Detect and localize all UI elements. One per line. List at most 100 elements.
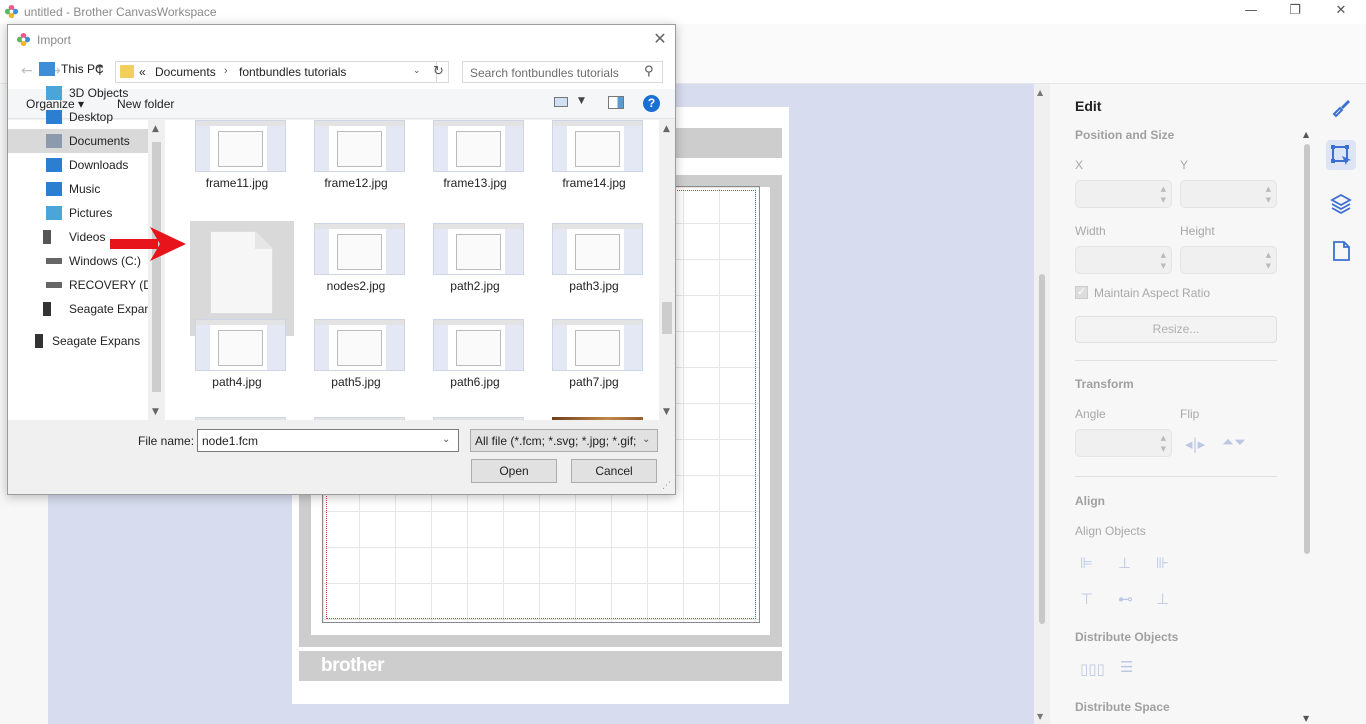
image-thumbnail [552,223,643,275]
view-options-icon[interactable] [554,97,568,107]
file-item[interactable]: path2.jpg [423,220,527,300]
breadcrumb-documents[interactable]: Documents [155,65,216,79]
nav-item[interactable]: Downloads [8,153,148,177]
breadcrumb-arrow[interactable]: › [224,65,228,77]
resize-grip-icon[interactable]: ⋰ [662,481,671,491]
maintain-aspect-checkbox[interactable]: ✓ [1075,285,1088,299]
y-input[interactable]: ▲ ▼ [1180,180,1277,208]
close-button[interactable]: ✕ [1318,0,1364,24]
page-icon[interactable] [1326,236,1356,266]
minimize-button[interactable]: — [1228,0,1274,24]
x-input[interactable]: ▲ ▼ [1075,180,1172,208]
file-item[interactable]: path5.jpg [304,316,408,396]
panel-scrollbar[interactable]: ▲ ▼ [1302,130,1312,724]
layers-icon[interactable] [1326,188,1356,218]
nav-item-label: Documents [69,134,130,148]
help-icon[interactable]: ? [643,95,660,112]
nav-item[interactable]: Seagate Expansion [0,329,140,353]
dialog-close-button[interactable]: ✕ [648,29,672,51]
file-list-scrollbar[interactable]: ▲ ▼ [659,120,675,420]
file-list[interactable]: frame11.jpg frame12.jpg frame13.jpg frame14… [165,120,659,420]
restore-button[interactable]: ❐ [1272,0,1318,24]
scroll-down-icon[interactable]: ▼ [1303,714,1309,723]
preview-pane-icon[interactable] [608,96,624,109]
search-input[interactable]: Search fontbundles tutorials ⚲ [462,61,663,83]
file-item[interactable]: frame12.jpg [304,120,408,197]
download-icon [46,158,62,172]
height-input[interactable]: ▲ ▼ [1180,246,1277,274]
chevron-down-icon[interactable]: ▼ [578,96,585,106]
nav-item[interactable]: Desktop [8,105,148,129]
image-thumbnail [433,120,524,172]
paint-brush-icon[interactable] [1326,92,1356,122]
nav-item[interactable]: This PC [8,57,148,81]
align-bottom-icon[interactable]: ⊥ [1156,590,1169,608]
search-icon[interactable]: ⚲ [644,64,654,79]
scroll-down-icon[interactable]: ▼ [1037,712,1043,721]
flip-horizontal-icon[interactable]: ◂|▸ [1185,435,1205,453]
file-item[interactable]: path7.jpg [542,316,646,396]
align-top-icon[interactable]: ⊤ [1080,590,1093,608]
scroll-thumb[interactable] [1039,274,1045,624]
scroll-up-icon[interactable]: ▲ [1037,88,1043,97]
refresh-icon[interactable]: ↻ [429,61,449,83]
file-item[interactable]: frame13.jpg [423,120,527,197]
resize-button[interactable]: Resize... [1075,316,1277,343]
scroll-down-icon[interactable]: ▼ [663,407,670,417]
file-item[interactable]: path4.jpg [185,316,289,396]
align-left-icon[interactable]: ⊫ [1080,554,1093,572]
computer-icon [39,62,55,76]
nav-item[interactable]: Seagate Expansion [8,297,149,321]
image-thumbnail [552,120,643,172]
file-item[interactable]: frame11.jpg [185,120,289,197]
window-title: untitled - Brother CanvasWorkspace [24,5,217,19]
nav-item[interactable]: Documents [8,129,148,153]
canvas-vertical-scrollbar[interactable]: ▲ ▼ [1034,84,1050,724]
nav-item[interactable]: Music [8,177,148,201]
chevron-down-icon[interactable]: ⌄ [413,66,421,76]
scroll-up-icon[interactable]: ▲ [152,124,159,134]
open-button[interactable]: Open [471,459,557,483]
scroll-thumb[interactable] [662,302,672,334]
chevron-down-icon[interactable]: ⌄ [442,434,450,445]
scroll-down-icon[interactable]: ▼ [152,407,159,417]
navigation-scrollbar[interactable]: ▲ ▼ [148,120,165,420]
distribute-horizontal-icon[interactable]: ▯▯▯ [1080,660,1105,678]
file-item[interactable] [304,414,408,420]
nav-item[interactable]: Pictures [8,201,148,225]
file-name: path5.jpg [331,375,381,389]
file-item[interactable] [542,414,646,420]
scroll-up-icon[interactable]: ▲ [663,124,670,134]
flip-vertical-icon[interactable]: ⏶⏷ [1222,433,1246,451]
image-thumbnail [195,120,286,172]
image-thumbnail [195,417,286,420]
distribute-vertical-icon[interactable]: ☰ [1120,658,1133,676]
cancel-button[interactable]: Cancel [571,459,657,483]
y-label: Y [1180,158,1189,172]
file-item[interactable]: path6.jpg [423,316,527,396]
file-item[interactable]: path3.jpg [542,220,646,300]
chevron-down-icon[interactable]: ⌄ [642,434,650,445]
address-bar[interactable]: « Documents › fontbundles tutorials ⌄ [115,61,437,83]
file-type-value: All file (*.fcm; *.svg; *.jpg; *.gif; [475,434,637,448]
align-center-icon[interactable]: ⊥ [1118,554,1131,572]
file-item[interactable]: nodes2.jpg [304,220,408,300]
file-item[interactable] [185,414,289,420]
select-edit-icon[interactable] [1326,140,1356,170]
width-input[interactable]: ▲ ▼ [1075,246,1172,274]
nav-item[interactable]: RECOVERY (D:) [8,273,149,297]
align-right-icon[interactable]: ⊪ [1156,554,1169,572]
nav-item[interactable]: 3D Objects [8,81,148,105]
file-item[interactable]: frame14.jpg [542,120,646,197]
scroll-thumb[interactable] [152,142,161,392]
align-middle-icon[interactable]: ⊷ [1118,590,1133,608]
scroll-up-icon[interactable]: ▲ [1303,130,1309,139]
angle-input[interactable]: ▲ ▼ [1075,429,1172,457]
height-label: Height [1180,224,1215,238]
x-label: X [1075,158,1084,172]
file-item[interactable] [423,414,527,420]
file-type-select[interactable]: All file (*.fcm; *.svg; *.jpg; *.gif; ⌄ [470,429,658,452]
scroll-thumb[interactable] [1304,144,1310,554]
breadcrumb-fontbundles-tutorials[interactable]: fontbundles tutorials [239,65,346,79]
file-name-input[interactable]: node1.fcm ⌄ [197,429,459,452]
